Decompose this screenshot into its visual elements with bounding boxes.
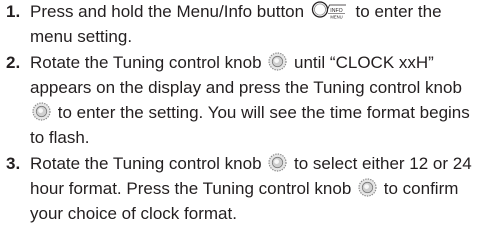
tuning-knob-icon [268,153,287,172]
step-2: 2. Rotate the Tuning control knob until “… [0,51,477,150]
instruction-steps: 1. Press and hold the Menu/Info button IN… [0,0,477,229]
icon-label-info: INFO [330,8,342,14]
tuning-knob-icon [268,52,287,71]
step-number: 3. [6,154,21,174]
tuning-knob-icon [32,102,51,121]
step-3: 3. Rotate the Tuning control knob to sele… [0,152,477,226]
tuning-knob-icon [358,178,377,197]
menu-info-button-icon: INFO MENU [311,0,349,20]
step-text: to enter the setting. You will see the t… [30,102,470,147]
step-text: Rotate the Tuning control knob [30,154,262,174]
step-number: 1. [6,2,21,21]
icon-label-menu: MENU [330,15,342,20]
step-text: Rotate the Tuning control knob [30,53,262,73]
step-number: 2. [6,53,21,73]
step-text: Press and hold the Menu/Info button [30,2,305,21]
step-1: 1. Press and hold the Menu/Info button IN… [0,0,477,50]
